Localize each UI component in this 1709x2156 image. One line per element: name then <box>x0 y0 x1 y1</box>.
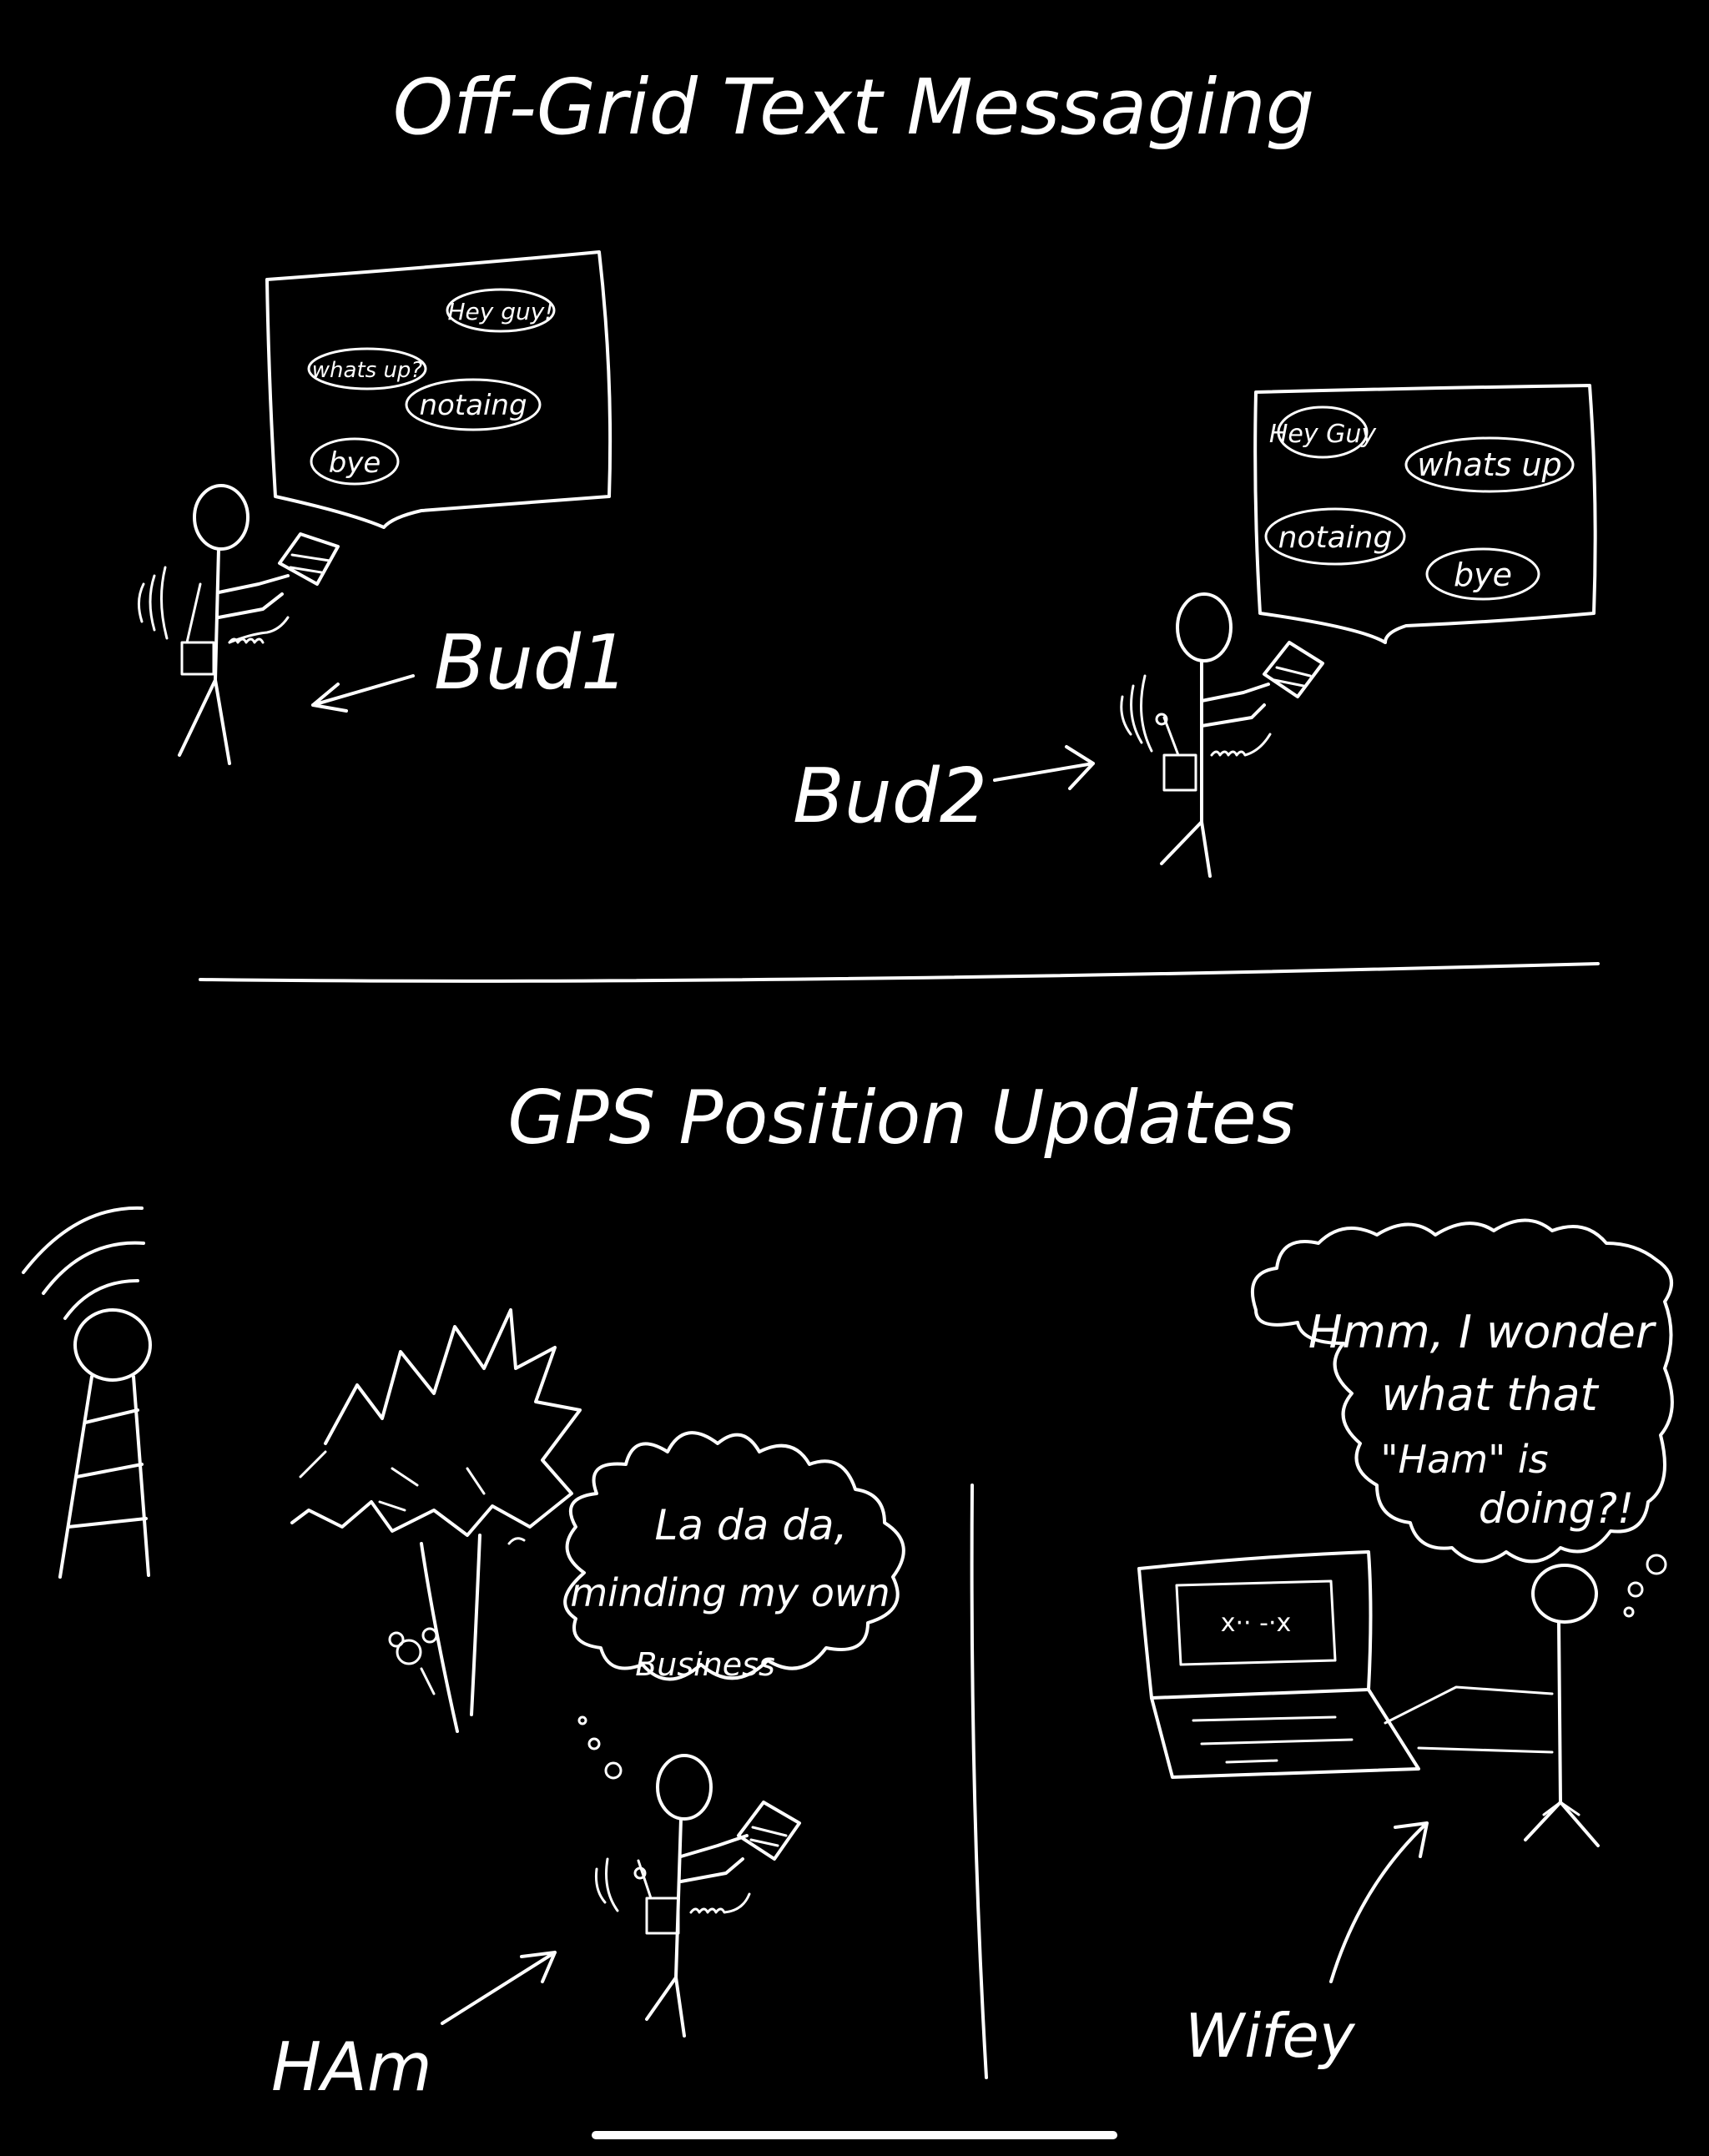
ham-thought-line-3: Business <box>635 1646 775 1683</box>
ham-label: HAm <box>271 2028 432 2106</box>
vertical-divider <box>970 1484 988 2079</box>
bud1-arrow <box>311 674 415 713</box>
wife-thought-line-1: Hmm, I wonder <box>1308 1306 1656 1358</box>
bud1-message-3: notaing <box>419 389 527 422</box>
wife-arrow <box>1329 1821 1429 1983</box>
wife-stick-figure <box>1524 1564 1600 1847</box>
wife-thought-line-4: doing?! <box>1479 1484 1634 1533</box>
bud2-phone-screen: Hey Guy whats up notaing bye <box>1253 384 1597 644</box>
bud1-message-1: Hey guy! <box>447 298 553 325</box>
wife-label: Wifey <box>1185 2001 1356 2071</box>
radio-tower-icon <box>22 1206 152 1579</box>
tree <box>290 1308 582 1733</box>
wife-thought-line-2: what that <box>1381 1368 1599 1421</box>
bud2-message-1: Hey Guy <box>1269 420 1378 449</box>
wife-thought-bubble: Hmm, I wonder what that "Ham" is doing?! <box>1251 1218 1674 1618</box>
bud1-stick-figure <box>138 484 290 765</box>
bud2-radio-icon <box>1263 641 1324 698</box>
home-indicator-bar[interactable] <box>592 2131 1117 2139</box>
ham-thought-bubble: La da da, minding my own Business <box>563 1431 905 1780</box>
title-off-grid-text-messaging: Off-Grid Text Messaging <box>393 63 1314 152</box>
bud1-label: Bud1 <box>434 619 628 707</box>
ham-thought-line-2: minding my own <box>570 1570 890 1615</box>
title-gps-position-updates: GPS Position Updates <box>507 1075 1294 1161</box>
ham-arrow <box>441 1951 557 2025</box>
bud2-message-3: notaing <box>1278 521 1393 555</box>
bud2-label: Bud2 <box>793 753 987 840</box>
sketch-canvas: Off-Grid Text Messaging GPS Position Upd… <box>22 63 1674 2106</box>
ham-thought-line-1: La da da, <box>655 1501 848 1549</box>
bud2-stick-figure <box>1120 592 1272 878</box>
bud2-arrow <box>993 745 1095 790</box>
section-divider <box>199 962 1600 983</box>
bud1-phone-screen: Hey guy! whats up? notaing bye <box>265 250 613 529</box>
bud1-message-4: bye <box>329 446 381 480</box>
wife-thought-line-3: "Ham" is <box>1380 1437 1548 1482</box>
ham-stick-figure <box>595 1754 751 2038</box>
bud2-message-4: bye <box>1454 557 1512 593</box>
ham-radio-icon <box>737 1801 801 1861</box>
laptop-icon: x·· -·x <box>1137 1550 1554 1779</box>
bud1-message-2: whats up? <box>312 358 423 383</box>
bud2-message-2: whats up <box>1417 446 1561 483</box>
laptop-screen-scribble: x·· -·x <box>1221 1609 1291 1638</box>
